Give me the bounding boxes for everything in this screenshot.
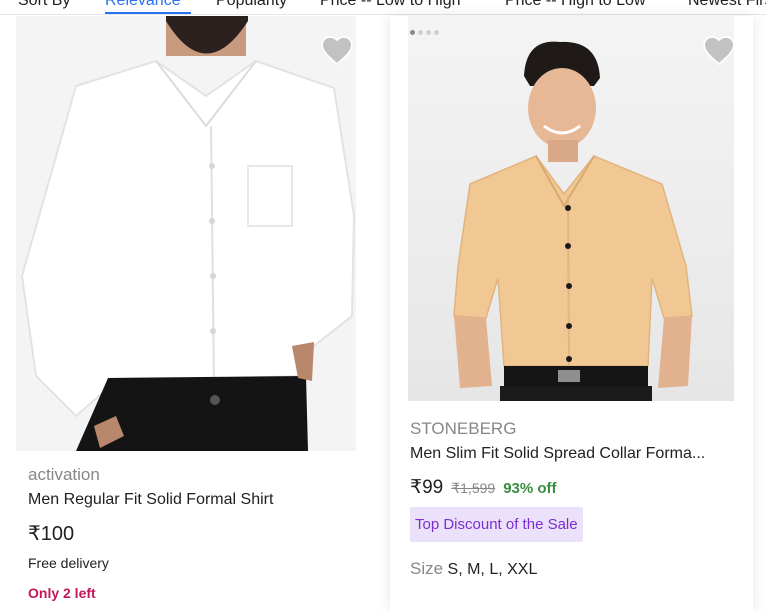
product-card[interactable]: STONEBERG Men Slim Fit Solid Spread Coll…: [390, 16, 753, 612]
product-image[interactable]: [408, 16, 734, 401]
carousel-dot[interactable]: [434, 30, 439, 35]
image-carousel-dots: [410, 30, 439, 35]
product-brand: activation: [28, 465, 100, 484]
sort-option-price-high-low[interactable]: Price -- High to Low: [505, 0, 646, 10]
product-price: ₹99: [410, 477, 444, 498]
price-row: ₹99 ₹1,599 93% off: [410, 476, 557, 499]
sort-option-price-low-high[interactable]: Price -- Low to High: [320, 0, 461, 10]
sort-by-label: Sort By: [18, 0, 71, 9]
product-card[interactable]: activation Men Regular Fit Solid Formal …: [0, 16, 372, 612]
size-info: Size S, M, L, XXL: [410, 559, 537, 579]
active-sort-indicator: [105, 12, 191, 14]
size-values: S, M, L, XXL: [447, 561, 538, 578]
carousel-dot[interactable]: [410, 30, 415, 35]
delivery-info: Free delivery: [28, 555, 109, 571]
sort-option-popularity[interactable]: Popularity: [216, 0, 287, 10]
top-discount-badge: Top Discount of the Sale: [410, 507, 583, 542]
carousel-dot[interactable]: [426, 30, 431, 35]
size-label: Size: [410, 559, 444, 578]
product-title[interactable]: Men Regular Fit Solid Formal Shirt: [28, 491, 348, 509]
product-image[interactable]: [16, 16, 356, 451]
product-title[interactable]: Men Slim Fit Solid Spread Collar Forma..…: [410, 445, 732, 463]
product-brand: STONEBERG: [410, 419, 517, 438]
original-price: ₹1,599: [451, 480, 496, 496]
sort-option-newest[interactable]: Newest First: [688, 0, 766, 10]
wishlist-heart-icon[interactable]: [702, 34, 736, 66]
sort-bar: Sort By Relevance Popularity Price -- Lo…: [0, 0, 766, 15]
carousel-dot[interactable]: [418, 30, 423, 35]
product-price: ₹100: [28, 523, 75, 545]
wishlist-heart-icon[interactable]: [320, 34, 354, 66]
sort-option-relevance[interactable]: Relevance: [105, 0, 181, 10]
stock-status: Only 2 left: [28, 585, 96, 601]
discount-percent: 93% off: [503, 480, 557, 497]
